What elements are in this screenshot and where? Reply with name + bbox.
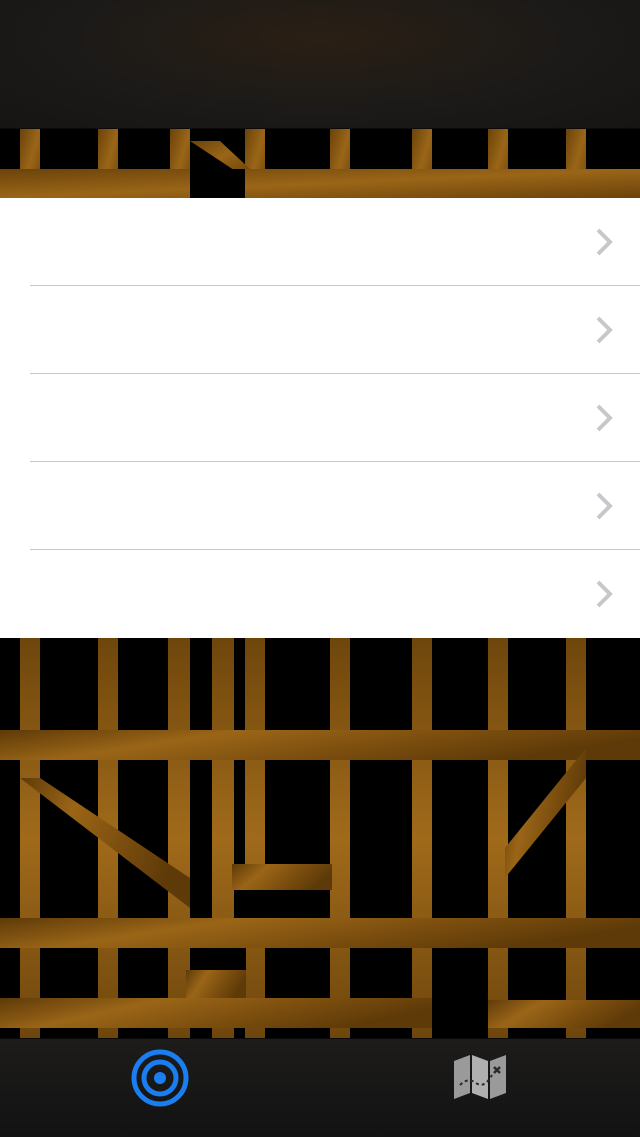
list-row-1[interactable]	[0, 198, 640, 286]
chevron-right-icon	[596, 580, 613, 608]
tab-map[interactable]	[320, 1039, 640, 1137]
menu-list	[0, 198, 640, 638]
list-row-2[interactable]	[0, 286, 640, 374]
tab-bar	[0, 1038, 640, 1137]
chevron-right-icon	[596, 228, 613, 256]
tab-target[interactable]	[0, 1039, 320, 1137]
wood-lattice-bottom	[0, 638, 640, 1038]
treasure-map-icon	[454, 1055, 506, 1099]
wood-lattice-top	[0, 129, 640, 198]
list-row-3[interactable]	[0, 374, 640, 462]
list-row-5[interactable]	[0, 550, 640, 638]
chevron-right-icon	[596, 492, 613, 520]
chevron-right-icon	[596, 404, 613, 432]
chevron-right-icon	[596, 316, 613, 344]
target-icon	[131, 1049, 189, 1107]
list-row-4[interactable]	[0, 462, 640, 550]
navigation-bar	[0, 0, 640, 129]
